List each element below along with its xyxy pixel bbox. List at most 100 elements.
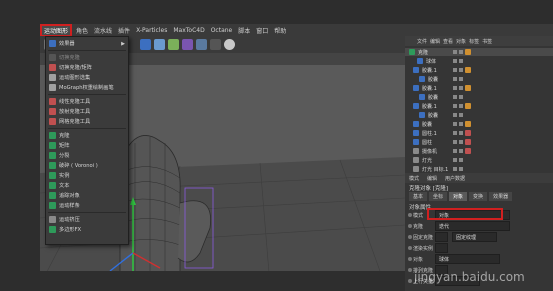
grid-clone-icon xyxy=(49,118,56,125)
voronoi-icon xyxy=(49,162,56,169)
om-menu-object[interactable]: 对象 xyxy=(456,38,466,45)
menu-script[interactable]: 脚本 xyxy=(238,26,250,35)
menu-item-grid-clone-tool[interactable]: 网格克隆工具 xyxy=(46,117,128,126)
watermark-text: jingyan.baidu.com xyxy=(414,270,525,284)
object-row[interactable]: 灯光 目标.1 xyxy=(405,165,553,173)
object-row[interactable]: 圆柱.1 xyxy=(405,129,553,137)
menu-pipeline[interactable]: 流水线 xyxy=(94,26,112,35)
menu-item-moextrude[interactable]: 运动挤压 xyxy=(46,215,128,224)
object-row[interactable]: 胶囊 xyxy=(405,93,553,101)
cloner-icon xyxy=(49,132,56,139)
menu-item-voronoi-fracture[interactable]: 破碎 ( Voronoi ) xyxy=(46,161,128,170)
menu-character[interactable]: 角色 xyxy=(76,26,88,35)
deformer-icon[interactable] xyxy=(182,39,193,50)
menu-item-linear-clone-tool[interactable]: 线性克隆工具 xyxy=(46,97,128,106)
capsule-icon xyxy=(419,76,425,82)
cloner-icon xyxy=(409,49,415,55)
object-row[interactable]: 球体 xyxy=(405,57,553,65)
subdivision-icon[interactable] xyxy=(168,39,179,50)
capsule-icon xyxy=(419,112,425,118)
clones-select[interactable]: 迭代 xyxy=(435,221,510,231)
camera-icon[interactable] xyxy=(210,39,221,50)
object-row[interactable]: 胶囊 xyxy=(405,120,553,128)
tag-icon[interactable] xyxy=(465,49,471,55)
object-row[interactable]: 胶囊.1 xyxy=(405,84,553,92)
menu-item-weight-paint[interactable]: MoGraph权重绘制画笔 xyxy=(46,83,128,92)
menu-item-mograph-selection[interactable]: 运动图形选集 xyxy=(46,73,128,82)
linear-clone-icon xyxy=(49,98,56,105)
om-menu-edit[interactable]: 编辑 xyxy=(430,38,440,45)
timeline-bar[interactable] xyxy=(40,271,405,291)
object-row[interactable]: 胶囊.1 xyxy=(405,102,553,110)
tag-icon[interactable] xyxy=(465,121,471,127)
menu-maxtoc4d[interactable]: MaxToC4D xyxy=(173,27,204,34)
tab-transform[interactable]: 变换 xyxy=(469,191,488,201)
tag-icon[interactable] xyxy=(465,67,471,73)
object-row[interactable]: 胶囊 xyxy=(405,111,553,119)
menu-octane[interactable]: Octane xyxy=(211,27,233,34)
effector-icon xyxy=(49,40,56,47)
polyfx-icon xyxy=(49,226,56,233)
object-link-field[interactable]: 球体 xyxy=(435,254,500,264)
attr-menu-mode[interactable]: 模式 xyxy=(409,175,419,182)
fix-clone-checkbox[interactable] xyxy=(435,232,448,242)
attribute-tabs: 基本 坐标 对象 变换 效果器 xyxy=(405,191,553,201)
menu-item-text[interactable]: 文本 xyxy=(46,181,128,190)
menu-plugins[interactable]: 插件 xyxy=(118,26,130,35)
om-menu-view[interactable]: 查看 xyxy=(443,38,453,45)
field-object: 对象 球体 xyxy=(405,254,553,264)
tab-effectors[interactable]: 效果器 xyxy=(489,191,513,201)
tab-basic[interactable]: 基本 xyxy=(409,191,428,201)
attr-menu-userdata[interactable]: 用户数据 xyxy=(445,175,465,182)
tab-coord[interactable]: 坐标 xyxy=(429,191,448,201)
menu-x-particles[interactable]: X-Particles xyxy=(136,27,167,34)
menu-item-toggle-clone-matrix[interactable]: 切换克隆/矩阵 xyxy=(46,63,128,72)
object-row[interactable]: 胶囊 xyxy=(405,75,553,83)
om-menu-tag[interactable]: 标签 xyxy=(469,38,479,45)
tab-object[interactable]: 对象 xyxy=(449,191,468,201)
render-instances-checkbox[interactable] xyxy=(435,243,448,253)
light-icon[interactable] xyxy=(224,39,235,50)
object-row[interactable]: 圆柱 xyxy=(405,138,553,146)
attr-menu-edit[interactable]: 编辑 xyxy=(427,175,437,182)
tag-icon[interactable] xyxy=(465,103,471,109)
fix-texture-select[interactable]: 固定纹理 xyxy=(452,232,497,242)
menu-item-cloner[interactable]: 克隆 xyxy=(46,131,128,140)
menu-help[interactable]: 帮助 xyxy=(274,26,286,35)
tag-icon[interactable] xyxy=(465,139,471,145)
mograph-selection-icon xyxy=(49,74,56,81)
cylinder-icon xyxy=(413,130,419,136)
tag-icon[interactable] xyxy=(465,130,471,136)
om-menu-file[interactable]: 文件 xyxy=(417,38,427,45)
menu-mograph[interactable]: 运动图形 xyxy=(39,23,73,37)
pen-icon[interactable] xyxy=(154,39,165,50)
menu-item-fracture[interactable]: 分裂 xyxy=(46,151,128,160)
menu-item-matrix[interactable]: 矩阵 xyxy=(46,141,128,150)
tag-icon[interactable] xyxy=(465,148,471,154)
floor-icon[interactable] xyxy=(196,39,207,50)
matrix-icon xyxy=(49,142,56,149)
menu-item-tracer[interactable]: 追踪对象 xyxy=(46,191,128,200)
highlight-box xyxy=(427,208,503,220)
field-render-instances: 渲染实例 xyxy=(405,243,553,253)
object-manager-menu: 文件 编辑 查看 对象 标签 书签 xyxy=(405,36,553,46)
capsule-icon xyxy=(419,94,425,100)
menu-item-toggle-clone: 切换克隆 xyxy=(46,53,128,62)
menu-item-effector[interactable]: 效果器 ▶ xyxy=(46,39,128,48)
menu-item-polyfx[interactable]: 多边形FX xyxy=(46,225,128,234)
attribute-manager-menu: 模式 编辑 用户数据 xyxy=(405,173,553,183)
menu-window[interactable]: 窗口 xyxy=(256,26,268,35)
menu-item-instance[interactable]: 实例 xyxy=(46,171,128,180)
menu-bar: 运动图形 角色 流水线 插件 X-Particles MaxToC4D Octa… xyxy=(39,23,553,37)
capsule-icon xyxy=(413,121,419,127)
menu-item-mospline[interactable]: 运动样条 xyxy=(46,201,128,210)
cube-icon[interactable] xyxy=(140,39,151,50)
menu-item-radial-clone-tool[interactable]: 放射克隆工具 xyxy=(46,107,128,116)
om-menu-bookmark[interactable]: 书签 xyxy=(482,38,492,45)
object-row-cloner[interactable]: 克隆 xyxy=(405,48,553,56)
object-row[interactable]: 摄像机 xyxy=(405,147,553,155)
toggle-clone-icon xyxy=(49,54,56,61)
tag-icon[interactable] xyxy=(465,85,471,91)
object-row[interactable]: 灯光 xyxy=(405,156,553,164)
object-row[interactable]: 胶囊.1 xyxy=(405,66,553,74)
